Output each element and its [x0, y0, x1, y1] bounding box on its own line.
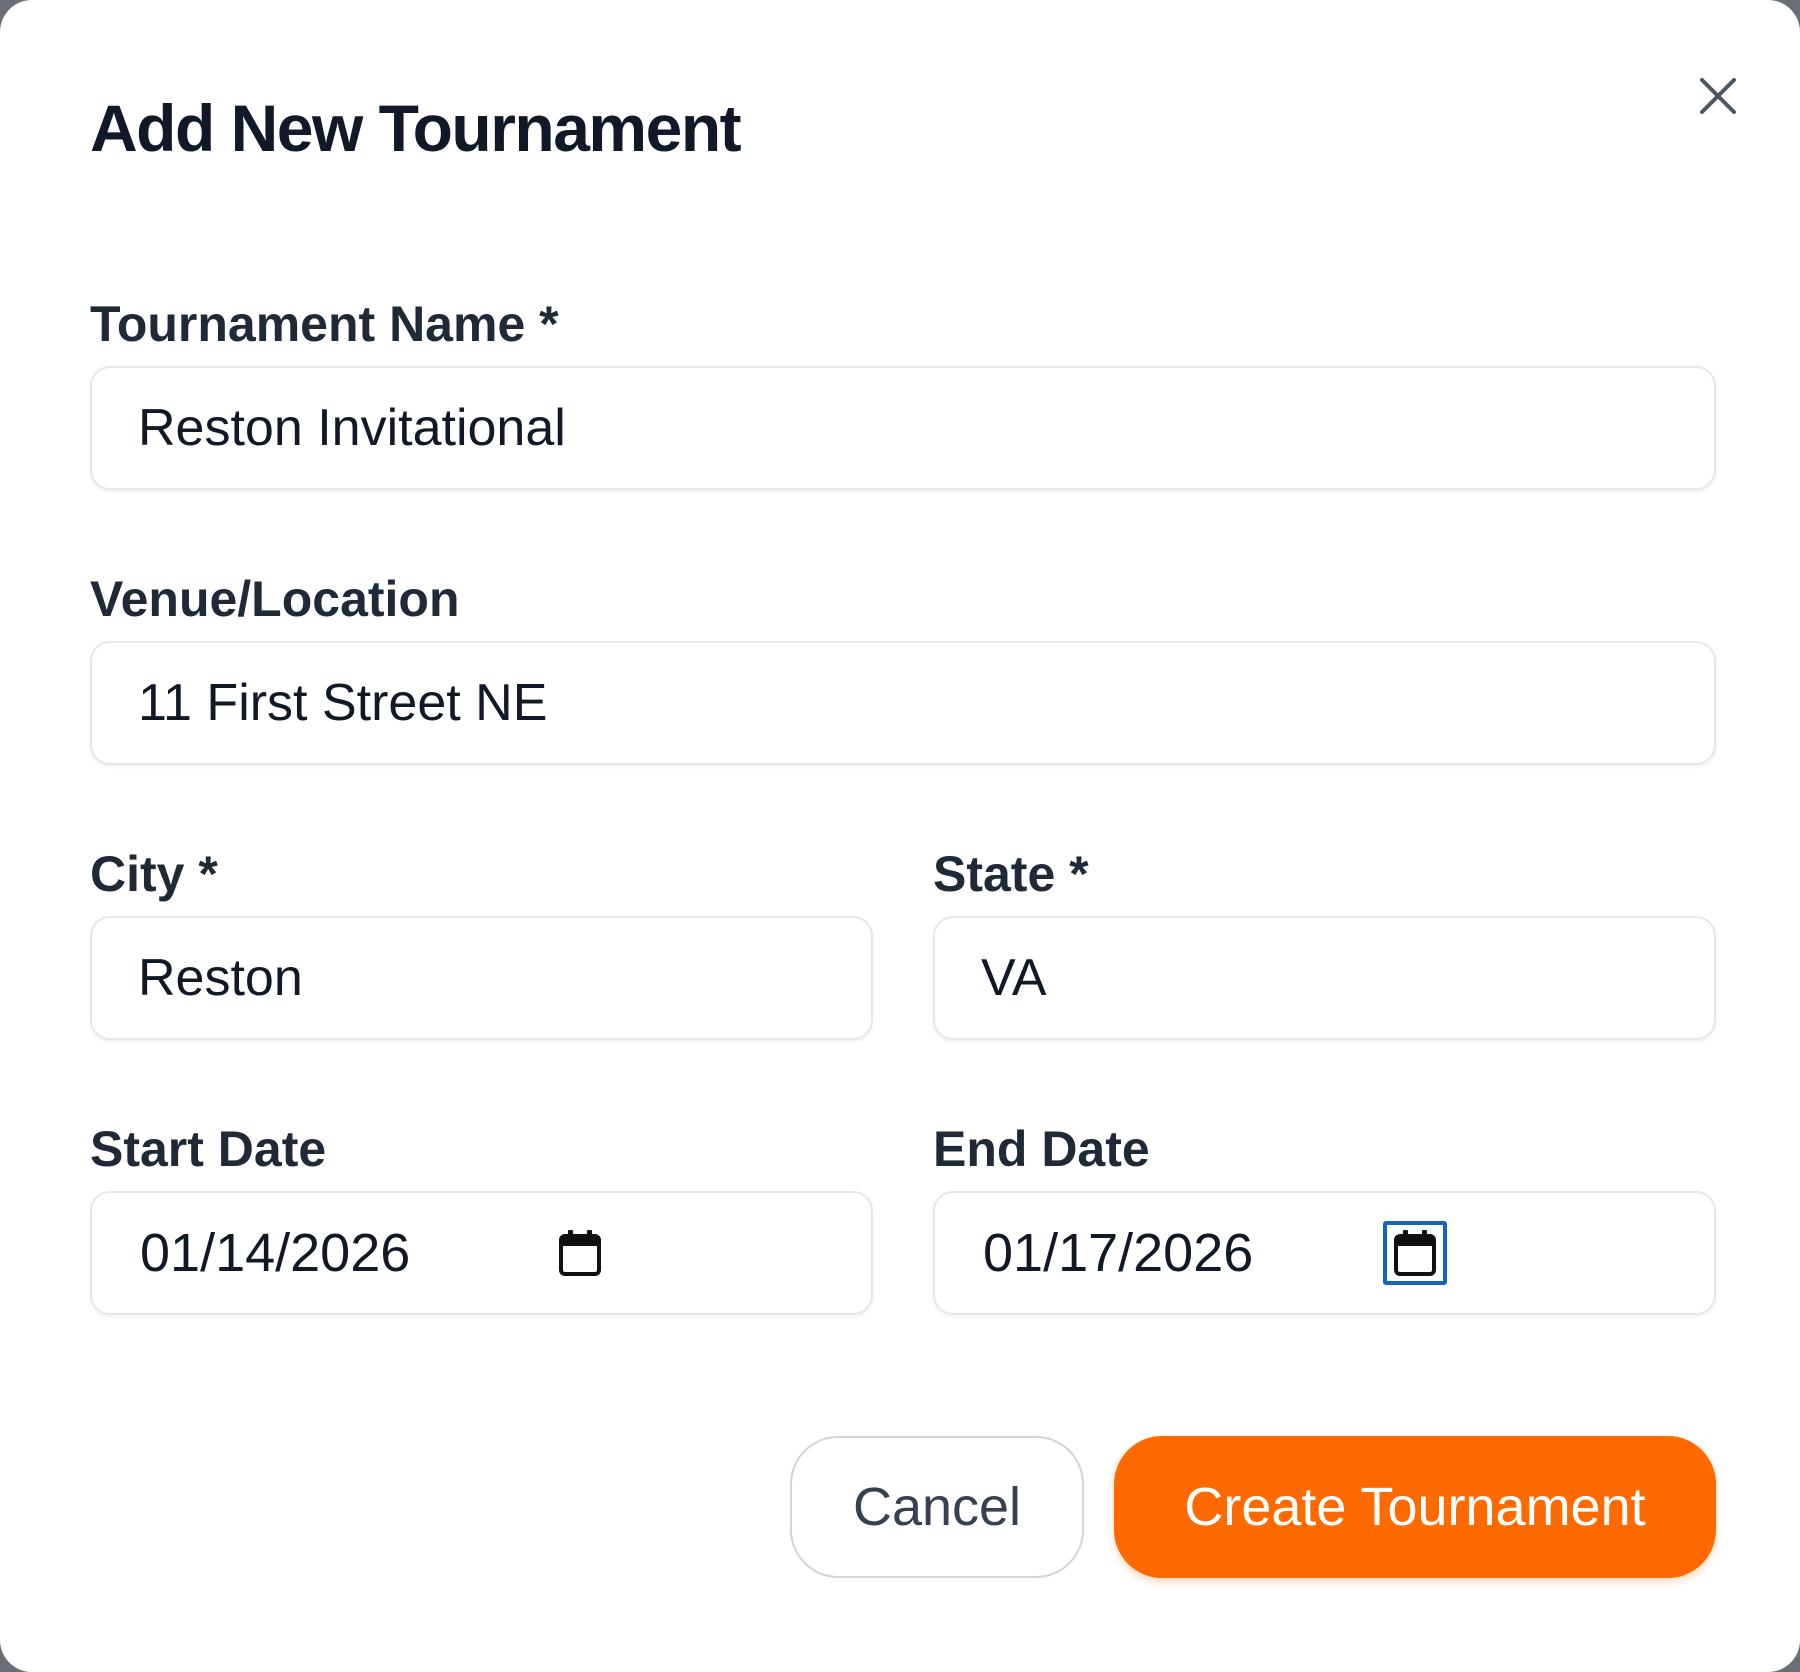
tournament-name-input[interactable]: [90, 366, 1716, 490]
create-tournament-button[interactable]: Create Tournament: [1114, 1436, 1716, 1578]
calendar-icon: [1394, 1230, 1436, 1276]
start-date-label: Start Date: [90, 1121, 327, 1177]
tournament-name-label: Tournament Name *: [90, 296, 559, 352]
venue-input[interactable]: [90, 641, 1716, 765]
city-label: City *: [90, 846, 218, 902]
dialog-title: Add New Tournament: [90, 91, 742, 165]
state-input[interactable]: [933, 916, 1716, 1040]
add-tournament-dialog: Add New Tournament Tournament Name * Ven…: [0, 0, 1800, 1672]
state-label: State *: [933, 846, 1089, 902]
start-date-value: 01/14/2026: [140, 1223, 411, 1283]
start-date-input[interactable]: 01/14/2026: [90, 1191, 873, 1315]
cancel-button[interactable]: Cancel: [790, 1436, 1084, 1578]
close-button[interactable]: [1690, 68, 1746, 124]
start-date-picker-button[interactable]: [548, 1221, 612, 1285]
end-date-label: End Date: [933, 1121, 1150, 1177]
close-icon: [1700, 78, 1736, 114]
city-input[interactable]: [90, 916, 873, 1040]
end-date-value: 01/17/2026: [983, 1223, 1254, 1283]
end-date-picker-button[interactable]: [1383, 1221, 1447, 1285]
end-date-input[interactable]: 01/17/2026: [933, 1191, 1716, 1315]
venue-label: Venue/Location: [90, 571, 460, 627]
calendar-icon: [559, 1230, 601, 1276]
